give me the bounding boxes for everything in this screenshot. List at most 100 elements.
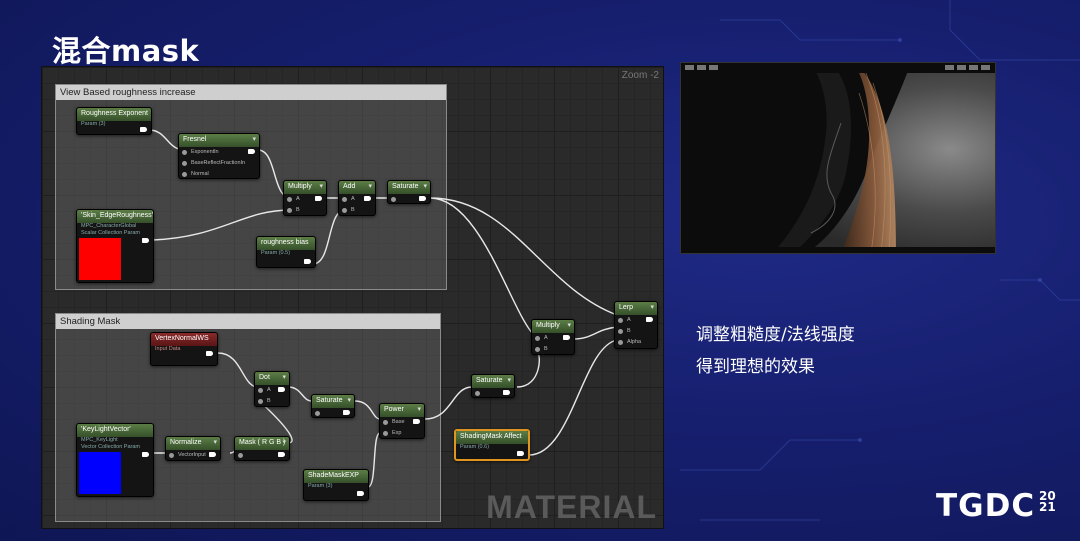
node-skin-edge-roughness[interactable]: 'Skin_EdgeRoughness' MPC_CharacterGlobal… (76, 209, 154, 283)
node-saturate-top[interactable]: Saturate ▾ (387, 180, 431, 204)
input-pin[interactable] (182, 161, 187, 166)
viewport-menu-button[interactable] (969, 65, 978, 70)
chevron-down-icon[interactable]: ▾ (347, 395, 351, 407)
output-pin[interactable] (419, 196, 426, 201)
bullet-text-1: 调整粗糙度/法线强度 (696, 325, 855, 345)
output-pin[interactable] (503, 390, 510, 395)
input-pin-row[interactable]: B (615, 326, 657, 337)
input-pin-row[interactable]: BaseReflectFractionIn (179, 158, 259, 169)
output-pin[interactable] (278, 387, 285, 392)
input-pin[interactable] (182, 150, 187, 155)
output-pin[interactable] (563, 335, 570, 340)
output-pin[interactable] (304, 259, 311, 264)
tgdc-logo: TGDC (936, 488, 1036, 524)
input-pin[interactable] (618, 340, 623, 345)
node-mask-rgb[interactable]: Mask ( R G B ) ▾ (234, 436, 290, 461)
node-roughness-bias[interactable]: roughness bias Param (0.5) (256, 236, 316, 268)
output-pin[interactable] (413, 419, 420, 424)
input-pin[interactable] (182, 172, 187, 177)
input-pin[interactable] (342, 197, 347, 202)
viewport-menu-button[interactable] (697, 65, 706, 70)
node-shading-mask-affect[interactable]: ShadingMask Affect Param (0.6) (454, 429, 530, 461)
output-pin[interactable] (315, 196, 322, 201)
output-pin[interactable] (364, 196, 371, 201)
node-title: Saturate ▾ (472, 375, 514, 388)
output-pin[interactable] (357, 491, 364, 496)
node-roughness-exponent[interactable]: Roughness Exponent Param (3) (76, 107, 152, 135)
node-lerp[interactable]: Lerp ▾ A B Alpha (614, 301, 658, 349)
input-pin-row[interactable]: B (255, 396, 289, 407)
node-normalize[interactable]: Normalize ▾ VectorInput (165, 436, 221, 461)
node-saturate-mid[interactable]: Saturate ▾ (311, 394, 355, 418)
input-pin[interactable] (258, 399, 263, 404)
input-label: Exp (392, 430, 402, 436)
chevron-down-icon[interactable]: ▾ (282, 437, 286, 449)
input-pin-row[interactable]: B (532, 344, 574, 355)
chevron-down-icon[interactable]: ▾ (567, 320, 571, 332)
input-pin-row[interactable]: Exponentln (179, 147, 259, 158)
input-pin[interactable] (169, 453, 174, 458)
input-pin[interactable] (238, 453, 243, 458)
output-pin[interactable] (343, 410, 350, 415)
input-pin[interactable] (391, 197, 396, 202)
node-fresnel[interactable]: Fresnel ▾ Exponentln BaseReflectFractionI… (178, 133, 260, 179)
input-pin-row[interactable]: B (284, 205, 326, 216)
chevron-down-icon[interactable]: ▾ (650, 302, 654, 314)
chevron-down-icon[interactable]: ▾ (417, 404, 421, 416)
input-pin[interactable] (535, 347, 540, 352)
output-pin[interactable] (140, 127, 147, 132)
chevron-down-icon[interactable]: ▾ (423, 181, 427, 193)
viewport-menu-button[interactable] (709, 65, 718, 70)
input-pin[interactable] (475, 391, 480, 396)
node-title: Saturate ▾ (388, 181, 430, 194)
input-pin[interactable] (618, 318, 623, 323)
node-add[interactable]: Add ▾ A B (338, 180, 376, 216)
viewport-menu-button[interactable] (945, 65, 954, 70)
node-shade-mask-exp[interactable]: ShadeMaskEXP Param (3) (303, 469, 369, 501)
input-pin[interactable] (258, 388, 263, 393)
chevron-down-icon[interactable]: ▾ (368, 181, 372, 193)
viewport-menu-button[interactable] (685, 65, 694, 70)
output-pin[interactable] (209, 452, 216, 457)
node-vertex-normal-ws[interactable]: VertexNormalWS Input Data (150, 332, 218, 366)
input-pin[interactable] (618, 329, 623, 334)
input-pin[interactable] (342, 208, 347, 213)
chevron-down-icon[interactable]: ▾ (507, 375, 511, 387)
node-power[interactable]: Power ▾ Base Exp (379, 403, 425, 439)
node-multiply-top[interactable]: Multiply ▾ A B (283, 180, 327, 216)
input-label: A (267, 387, 271, 393)
input-pin[interactable] (287, 197, 292, 202)
output-pin[interactable] (646, 317, 653, 322)
input-pin[interactable] (383, 420, 388, 425)
input-pin-row[interactable]: B (339, 205, 375, 216)
render-preview-viewport[interactable] (680, 62, 996, 254)
output-pin[interactable] (206, 351, 213, 356)
node-key-light-vector[interactable]: 'KeyLightVector' MPC_KeyLight Vector Col… (76, 423, 154, 497)
node-dot[interactable]: Dot ▾ A B (254, 371, 290, 407)
material-graph-editor[interactable]: Zoom -2 View Based roughness increase Sh… (41, 66, 664, 529)
chevron-down-icon[interactable]: ▾ (319, 181, 323, 193)
input-pin[interactable] (383, 431, 388, 436)
output-pin[interactable] (142, 238, 149, 243)
input-label: A (351, 196, 355, 202)
node-title: ShadingMask Affect (456, 431, 528, 444)
output-pin[interactable] (517, 451, 524, 456)
output-pin[interactable] (278, 452, 285, 457)
chevron-down-icon[interactable]: ▾ (282, 372, 286, 384)
viewport-menu-button[interactable] (981, 65, 990, 70)
output-pin[interactable] (142, 452, 149, 457)
input-pin-row[interactable]: Exp (380, 428, 424, 439)
input-label: Base (392, 419, 405, 425)
output-pin[interactable] (248, 149, 255, 154)
input-label: BaseReflectFractionIn (191, 160, 246, 166)
node-multiply-mid[interactable]: Multiply ▾ A B (531, 319, 575, 355)
node-saturate-right[interactable]: Saturate ▾ (471, 374, 515, 398)
input-pin[interactable] (315, 411, 320, 416)
input-pin[interactable] (535, 336, 540, 341)
input-pin-row[interactable]: Alpha (615, 337, 657, 348)
viewport-menu-button[interactable] (957, 65, 966, 70)
chevron-down-icon[interactable]: ▾ (252, 134, 256, 146)
input-pin[interactable] (287, 208, 292, 213)
chevron-down-icon[interactable]: ▾ (213, 437, 217, 449)
input-pin-row[interactable]: Normal (179, 169, 259, 180)
